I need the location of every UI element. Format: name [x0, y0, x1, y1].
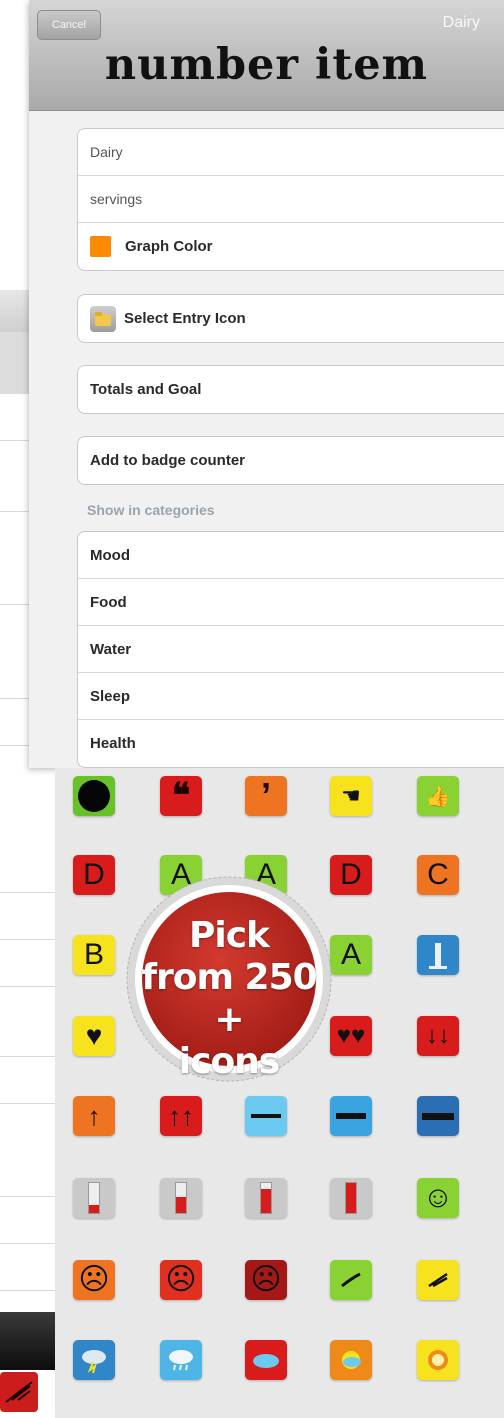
select-entry-icon-label: Select Entry Icon	[124, 310, 246, 327]
graph-color-row[interactable]: Graph Color	[78, 223, 504, 270]
category-row[interactable]: Food	[78, 579, 504, 626]
letter-c-icon[interactable]: C	[417, 855, 459, 895]
background-row	[0, 1150, 60, 1197]
thermometer-low-icon[interactable]	[73, 1178, 115, 1218]
categories-group: Mood Food Water Sleep Health	[77, 531, 504, 768]
nav-title: Dairy	[442, 14, 480, 31]
letter-d-icon[interactable]: D	[330, 855, 372, 895]
badge-line: Pick	[188, 915, 270, 956]
letter-label: B	[83, 938, 104, 971]
overlay-caption: number item	[104, 40, 429, 90]
thumbs-up-icon[interactable]: 👍	[417, 776, 459, 816]
sun-icon[interactable]	[417, 1340, 459, 1380]
quote-open-icon[interactable]: ❝	[160, 776, 202, 816]
yellow-stroke-icon[interactable]	[417, 1260, 459, 1300]
item-details-group: Dairy servings Graph Color	[77, 128, 504, 271]
promo-badge: Pick from 250 + icons	[125, 875, 333, 1083]
graph-color-swatch	[90, 236, 111, 257]
bar-level-icon[interactable]	[417, 935, 459, 975]
black-circle-icon[interactable]	[73, 776, 115, 816]
letter-label: C	[427, 858, 449, 891]
badge-line: icons	[178, 1041, 280, 1082]
background-row	[0, 1104, 60, 1151]
background-row	[0, 846, 60, 893]
background-row	[0, 893, 60, 940]
totals-and-goal-row[interactable]: Totals and Goal	[78, 366, 504, 413]
badge-group: Add to badge counter	[77, 436, 504, 485]
navigation-bar: Cancel Dairy number item	[29, 0, 504, 111]
category-row[interactable]: Water	[78, 626, 504, 673]
icon-picker-grid: ❝ ’ ☚ 👍 D A A D C B A ♥ ♥♥ ↓↓ ↑ ↑↑ ☺ ☹ ☹…	[55, 768, 504, 1418]
background-toolbar	[0, 1312, 60, 1370]
sad-face-icon[interactable]: ☹	[73, 1260, 115, 1300]
letter-label: D	[83, 858, 105, 891]
category-row[interactable]: Mood	[78, 532, 504, 579]
cloud-icon[interactable]	[245, 1340, 287, 1380]
background-row	[0, 940, 60, 987]
badge-text: Pick from 250 + icons	[125, 915, 333, 1083]
edit-item-panel: Cancel Dairy number item Dairy servings …	[29, 0, 504, 768]
frown-face-icon[interactable]: ☹	[245, 1260, 287, 1300]
letter-label: A	[340, 938, 361, 971]
thermometer-mid-icon[interactable]	[160, 1178, 202, 1218]
thermometer-full-icon[interactable]	[330, 1178, 372, 1218]
entry-icon-preview	[90, 305, 116, 332]
sun-cloud-icon[interactable]	[330, 1340, 372, 1380]
categories-section-header: Show in categories	[87, 502, 215, 518]
minus-light-icon[interactable]	[245, 1096, 287, 1136]
sad-face-icon[interactable]: ☹	[160, 1260, 202, 1300]
cancel-button[interactable]: Cancel	[37, 10, 101, 40]
letter-b-icon[interactable]: B	[73, 935, 115, 975]
graph-color-label: Graph Color	[125, 238, 213, 255]
item-name-field[interactable]: Dairy	[78, 129, 504, 176]
hearts-icon[interactable]: ♥♥	[330, 1016, 372, 1056]
letter-label: D	[340, 858, 362, 891]
select-entry-icon-row[interactable]: Select Entry Icon	[78, 295, 504, 342]
thermometer-high-icon[interactable]	[245, 1178, 287, 1218]
minus-mid-icon[interactable]	[330, 1096, 372, 1136]
feather-icon	[0, 1372, 38, 1412]
item-unit-field[interactable]: servings	[78, 176, 504, 223]
pointing-hand-icon[interactable]: ☚	[330, 776, 372, 816]
background-row	[0, 800, 60, 847]
rain-cloud-icon[interactable]	[160, 1340, 202, 1380]
up-arrow-icon[interactable]: ↑	[73, 1096, 115, 1136]
quote-close-icon[interactable]: ’	[245, 776, 287, 816]
badge-counter-row[interactable]: Add to badge counter	[78, 437, 504, 484]
double-down-arrow-icon[interactable]: ↓↓	[417, 1016, 459, 1056]
broken-heart-icon[interactable]: ♥	[73, 1016, 115, 1056]
letter-d-icon[interactable]: D	[73, 855, 115, 895]
lime-stroke-icon[interactable]	[330, 1260, 372, 1300]
totals-group: Totals and Goal	[77, 365, 504, 414]
background-row	[0, 1244, 60, 1291]
select-icon-group: Select Entry Icon	[77, 294, 504, 343]
background-row	[0, 1010, 60, 1057]
category-row[interactable]: Sleep	[78, 673, 504, 720]
category-row[interactable]: Health	[78, 720, 504, 767]
minus-dark-icon[interactable]	[417, 1096, 459, 1136]
background-row	[0, 1197, 60, 1244]
background-row	[0, 1057, 60, 1104]
storm-cloud-icon[interactable]	[73, 1340, 115, 1380]
smile-face-icon[interactable]: ☺	[417, 1178, 459, 1218]
badge-line: from 250 +	[141, 957, 317, 1040]
letter-a-icon[interactable]: A	[330, 935, 372, 975]
double-up-arrow-icon[interactable]: ↑↑	[160, 1096, 202, 1136]
